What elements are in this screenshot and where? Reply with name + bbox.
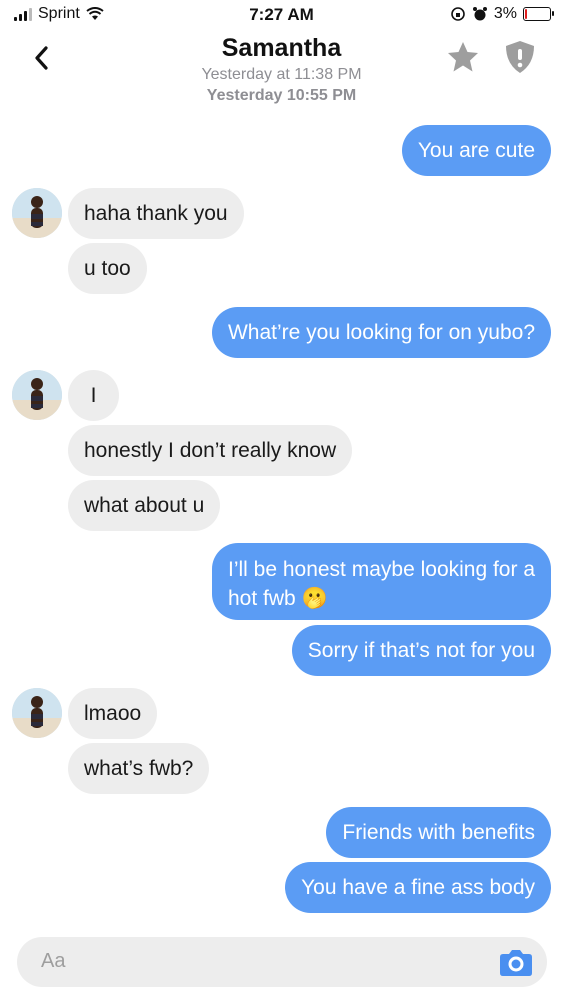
shushing-face-emoji: 🫢 <box>301 587 328 610</box>
message-incoming[interactable]: what about u <box>68 480 221 531</box>
status-right: 3% <box>450 5 554 23</box>
message-incoming[interactable]: lmaoo <box>68 688 158 739</box>
battery-percent: 3% <box>493 5 517 22</box>
camera-icon[interactable] <box>499 947 533 977</box>
contact-avatar[interactable] <box>12 688 62 738</box>
message-outgoing[interactable]: What’re you looking for on yubo? <box>211 307 551 358</box>
message-outgoing[interactable]: Sorry if that’s not for you <box>291 625 551 676</box>
orientation-lock-icon <box>451 7 465 21</box>
message-outgoing[interactable]: You have a fine ass body <box>285 862 551 913</box>
message-outgoing[interactable]: You are cute <box>401 125 551 176</box>
message-outgoing[interactable]: I’ll be honest maybe looking for a hot f… <box>211 543 551 620</box>
contact-avatar[interactable] <box>12 188 62 238</box>
message-line: I’ll be honest maybe looking for a <box>227 558 535 581</box>
message-input[interactable] <box>39 949 443 974</box>
shield-icon[interactable] <box>505 40 535 74</box>
battery-icon <box>523 7 554 21</box>
message-line: hot fwb 🫢 <box>228 584 535 613</box>
message-line-text: hot fwb <box>227 587 296 610</box>
conversation-start-label: Yesterday 10:55 PM <box>206 87 357 104</box>
star-icon[interactable] <box>446 40 480 74</box>
message-outgoing[interactable]: Friends with benefits <box>326 807 551 858</box>
contact-avatar[interactable] <box>12 370 62 420</box>
message-incoming[interactable]: haha thank you <box>68 188 244 239</box>
message-composer <box>17 937 547 987</box>
message-incoming[interactable]: I <box>68 370 119 421</box>
chat-header: Samantha Yesterday at 11:38 PM Yesterday… <box>0 30 563 110</box>
message-incoming[interactable]: honestly I don’t really know <box>68 425 353 476</box>
message-incoming[interactable]: what’s fwb? <box>68 743 210 794</box>
alarm-icon <box>472 7 487 21</box>
message-incoming[interactable]: u too <box>68 243 147 294</box>
status-bar: Sprint 7:27 AM 3% <box>0 0 563 30</box>
